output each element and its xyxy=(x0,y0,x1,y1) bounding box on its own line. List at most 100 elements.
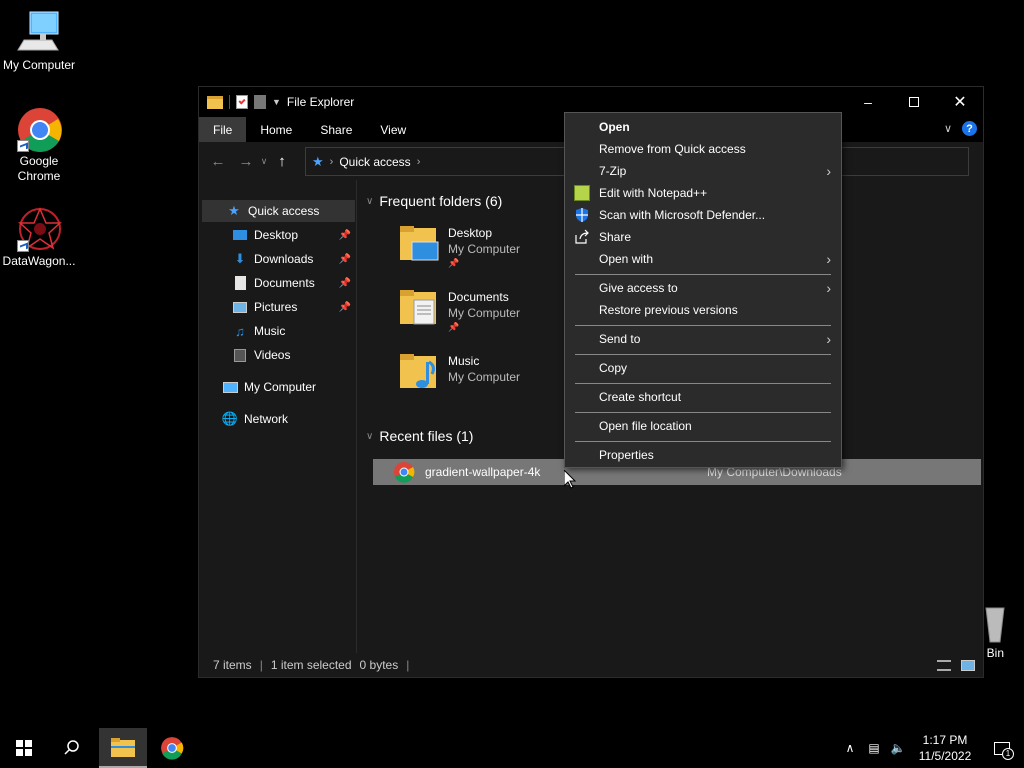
sidebar-item-downloads[interactable]: ⬇ Downloads 📌 xyxy=(202,248,355,270)
search-button[interactable] xyxy=(48,728,96,768)
sidebar-item-label: Downloads xyxy=(254,252,314,266)
sidebar-item-label: Videos xyxy=(254,348,291,362)
expand-ribbon-icon[interactable]: ∨ xyxy=(944,122,952,135)
context-menu: Open Remove from Quick access 7-Zip › Edi… xyxy=(564,112,842,468)
menu-separator xyxy=(575,325,831,326)
chevron-down-icon: ∨ xyxy=(366,195,374,207)
tab-view[interactable]: View xyxy=(366,117,420,142)
pin-icon[interactable]: 📌 xyxy=(339,278,351,289)
desktop-icon xyxy=(232,227,248,243)
recent-files-header[interactable]: ∨ Recent files (1) xyxy=(366,428,473,444)
document-icon xyxy=(232,275,248,291)
sidebar-item-label: Documents xyxy=(254,276,315,290)
back-button[interactable]: ← xyxy=(207,153,229,170)
sidebar-item-quick-access[interactable]: ★ Quick access xyxy=(202,200,355,222)
menu-item-restore-previous-versions[interactable]: Restore previous versions xyxy=(565,299,841,321)
submenu-arrow-icon: › xyxy=(826,251,831,267)
chevron-up-icon[interactable]: ∧ xyxy=(838,741,862,755)
sidebar-item-pictures[interactable]: Pictures 📌 xyxy=(202,296,355,318)
pin-icon[interactable]: 📌 xyxy=(339,230,351,241)
sidebar-item-label: Network xyxy=(244,412,289,426)
window-controls: – ✕ xyxy=(845,87,983,117)
group-header-label: Recent files (1) xyxy=(379,428,474,444)
sidebar-item-documents[interactable]: Documents 📌 xyxy=(202,272,355,294)
chevron-down-icon[interactable]: ▼ xyxy=(272,97,281,107)
breadcrumb-separator-icon: › xyxy=(416,155,421,168)
taskbar-file-explorer[interactable] xyxy=(99,728,147,768)
volume-icon[interactable]: 🔈 xyxy=(886,741,910,755)
sidebar-item-videos[interactable]: Videos xyxy=(202,344,355,366)
menu-item-open-file-location[interactable]: Open file location xyxy=(565,415,841,437)
menu-item-open[interactable]: Open xyxy=(565,116,841,138)
sidebar-item-music[interactable]: ♫ Music xyxy=(202,320,355,342)
pin-icon[interactable]: 📌 xyxy=(339,254,351,265)
pin-icon[interactable]: 📌 xyxy=(339,302,351,313)
desktop-icon-datawagon[interactable]: DataWagon... xyxy=(0,206,79,269)
music-icon: ♫ xyxy=(235,323,245,339)
folder-tile-documents[interactable]: Documents My Computer 📌 xyxy=(400,284,590,340)
recent-locations-chevron-icon[interactable]: ∨ xyxy=(257,156,271,167)
menu-item-send-to[interactable]: Send to › xyxy=(565,328,841,350)
tab-share[interactable]: Share xyxy=(306,117,366,142)
sidebar-item-network[interactable]: 🌐 Network xyxy=(202,408,355,430)
menu-item-create-shortcut[interactable]: Create shortcut xyxy=(565,386,841,408)
folder-name: Desktop xyxy=(448,226,493,240)
menu-item-open-with[interactable]: Open with › xyxy=(565,248,841,270)
tab-home[interactable]: Home xyxy=(246,117,306,142)
folder-name: Music xyxy=(448,354,480,368)
menu-item-share[interactable]: Share xyxy=(565,226,841,248)
close-button[interactable]: ✕ xyxy=(937,87,983,117)
help-button[interactable]: ? xyxy=(962,121,977,136)
desktop-icon-google-chrome[interactable]: Google Chrome xyxy=(0,106,79,184)
notifications-button[interactable]: 1 xyxy=(980,728,1024,768)
menu-item-copy[interactable]: Copy xyxy=(565,357,841,379)
notepad-plus-plus-icon xyxy=(574,185,590,201)
folder-music-icon xyxy=(400,352,440,392)
window-title: File Explorer xyxy=(286,95,355,109)
menu-item-7zip[interactable]: 7-Zip › xyxy=(565,160,841,182)
properties-icon[interactable] xyxy=(236,95,248,109)
menu-item-remove-from-quick-access[interactable]: Remove from Quick access xyxy=(565,138,841,160)
minimize-button[interactable]: – xyxy=(845,87,891,117)
toolbar-divider xyxy=(229,95,230,109)
clock[interactable]: 1:17 PM 11/5/2022 xyxy=(910,732,980,764)
search-icon xyxy=(64,740,79,755)
menu-item-give-access-to[interactable]: Give access to › xyxy=(565,277,841,299)
menu-item-properties[interactable]: Properties xyxy=(565,444,841,466)
maximize-button[interactable] xyxy=(891,87,937,117)
share-icon xyxy=(574,229,590,245)
new-folder-icon[interactable] xyxy=(254,95,266,109)
status-selected: 1 item selected xyxy=(270,658,352,672)
folder-tile-music[interactable]: Music My Computer xyxy=(400,348,590,404)
frequent-folders-header[interactable]: ∨ Frequent folders (6) xyxy=(366,193,502,209)
sidebar-item-label: Desktop xyxy=(254,228,299,242)
ribbon-right-controls: ∨ ? xyxy=(944,121,977,136)
large-icons-view-icon[interactable] xyxy=(961,659,975,671)
file-name: gradient-wallpaper-4k xyxy=(425,465,541,479)
folder-location: My Computer xyxy=(448,242,521,256)
shield-icon xyxy=(574,207,590,223)
desktop-icon-my-computer[interactable]: My Computer xyxy=(0,10,79,73)
network-icon[interactable]: ▤ xyxy=(862,741,886,755)
start-button[interactable] xyxy=(0,728,48,768)
menu-item-scan-with-defender[interactable]: Scan with Microsoft Defender... xyxy=(565,204,841,226)
clock-date: 11/5/2022 xyxy=(918,749,972,763)
folder-icon[interactable] xyxy=(207,95,223,109)
folder-location: My Computer xyxy=(448,370,521,384)
forward-button[interactable]: → xyxy=(235,153,257,170)
menu-item-edit-with-notepad[interactable]: Edit with Notepad++ xyxy=(565,182,841,204)
menu-separator xyxy=(575,441,831,442)
details-view-icon[interactable] xyxy=(937,659,951,671)
sidebar-item-my-computer[interactable]: My Computer xyxy=(202,376,355,398)
up-button[interactable]: ↑ xyxy=(271,153,293,170)
breadcrumb-quick-access[interactable]: Quick access xyxy=(339,155,410,169)
sidebar-item-desktop[interactable]: Desktop 📌 xyxy=(202,224,355,246)
pin-icon: 📌 xyxy=(448,258,460,268)
taskbar-google-chrome[interactable] xyxy=(148,728,196,768)
status-divider: | xyxy=(259,658,263,672)
folder-tile-desktop[interactable]: Desktop My Computer 📌 xyxy=(400,220,590,276)
chevron-down-icon: ∨ xyxy=(366,430,374,442)
clock-time: 1:17 PM xyxy=(922,733,968,747)
tab-file[interactable]: File xyxy=(199,117,247,142)
desktop-icon-label: Google Chrome xyxy=(17,154,61,183)
